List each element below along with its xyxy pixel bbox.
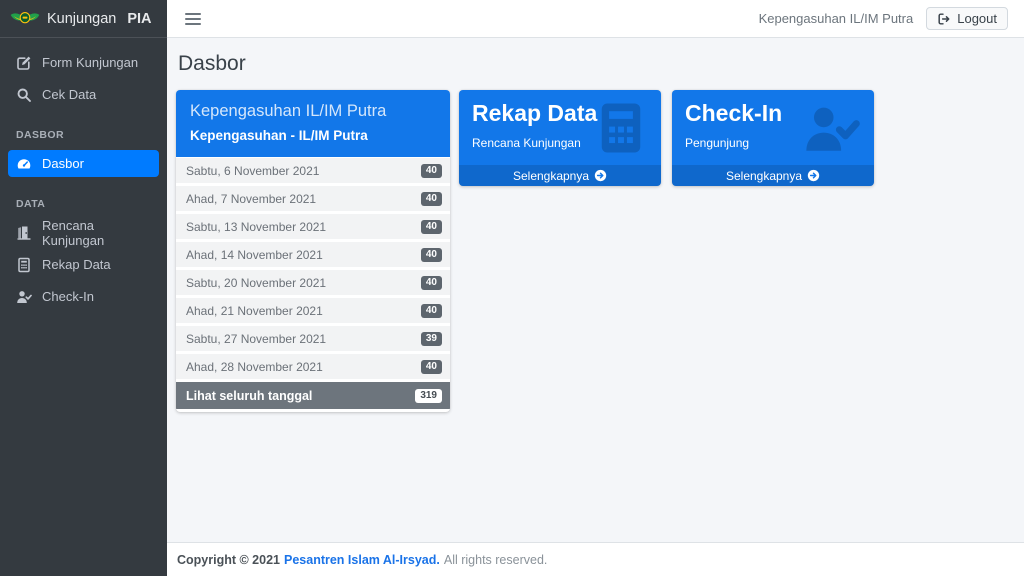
logout-button[interactable]: Logout	[926, 7, 1008, 30]
hamburger-icon	[185, 13, 201, 15]
brand-link[interactable]: Kunjungan PIA	[0, 0, 167, 38]
page-footer: Copyright © 2021 Pesantren Islam Al-Irsy…	[167, 542, 1024, 576]
schedule-row: Ahad, 21 November 2021 40	[176, 298, 450, 323]
schedule-date: Sabtu, 27 November 2021	[186, 332, 326, 346]
edit-icon	[16, 55, 32, 71]
sidebar-item-label: Form Kunjungan	[42, 55, 138, 70]
dashboard-widgets: Kepengasuhan IL/IM Putra Kepengasuhan - …	[176, 90, 1015, 412]
schedule-row: Sabtu, 6 November 2021 40	[176, 158, 450, 183]
count-badge: 40	[421, 192, 442, 206]
schedule-card: Kepengasuhan IL/IM Putra Kepengasuhan - …	[176, 90, 450, 412]
sidebar: Kunjungan PIA Form Kunjungan Cek Data DAS…	[0, 0, 167, 576]
logout-icon	[937, 12, 951, 26]
copyright-text: Copyright © 2021	[177, 553, 280, 567]
page-title: Dasbor	[178, 52, 1015, 76]
rights-text: All rights reserved.	[444, 553, 548, 567]
sidebar-item-label: Cek Data	[42, 87, 96, 102]
count-badge: 40	[421, 360, 442, 374]
logout-label: Logout	[957, 11, 997, 26]
brand-logo-icon	[10, 9, 40, 29]
rekap-data-box: Rekap Data Rencana Kunjungan Selengkapny…	[459, 90, 661, 186]
arrow-circle-right-icon	[594, 169, 607, 182]
account-label: Kepengasuhan IL/IM Putra	[759, 11, 914, 26]
sidebar-section-header-dasbor: DASBOR	[8, 113, 159, 150]
user-check-icon	[16, 289, 32, 305]
sidebar-toggle-button[interactable]	[181, 9, 205, 29]
top-navbar: Kepengasuhan IL/IM Putra Logout	[167, 0, 1024, 38]
rekap-data-more-link[interactable]: Selengkapnya	[459, 165, 661, 186]
more-link-label: Selengkapnya	[513, 169, 589, 183]
sidebar-menu: Form Kunjungan Cek Data DASBOR Dasbor DA…	[0, 38, 167, 315]
app-window: Kunjungan PIA Form Kunjungan Cek Data DAS…	[0, 0, 1024, 576]
sidebar-item-check-in[interactable]: Check-In	[8, 283, 159, 310]
schedule-row: Ahad, 14 November 2021 40	[176, 242, 450, 267]
content-area: Dasbor Kepengasuhan IL/IM Putra Kepengas…	[167, 38, 1024, 542]
schedule-row: Sabtu, 13 November 2021 40	[176, 214, 450, 239]
calculator-icon	[16, 257, 32, 273]
count-badge: 40	[421, 248, 442, 262]
count-badge: 40	[421, 164, 442, 178]
schedule-card-title: Kepengasuhan IL/IM Putra	[190, 102, 436, 121]
brand-title-bold: PIA	[127, 11, 151, 27]
count-badge: 40	[421, 304, 442, 318]
total-count-badge: 319	[415, 389, 442, 403]
schedule-date: Ahad, 21 November 2021	[186, 304, 323, 318]
schedule-row: Sabtu, 20 November 2021 40	[176, 270, 450, 295]
count-badge: 39	[421, 332, 442, 346]
view-all-dates-label: Lihat seluruh tanggal	[186, 389, 312, 403]
sidebar-item-label: Dasbor	[42, 156, 84, 171]
brand-title: Kunjungan	[47, 11, 116, 27]
count-badge: 40	[421, 276, 442, 290]
door-open-icon	[16, 225, 32, 241]
calculator-icon	[593, 100, 649, 156]
organization-link[interactable]: Pesantren Islam Al-Irsyad.	[284, 553, 440, 567]
schedule-date: Sabtu, 6 November 2021	[186, 164, 319, 178]
schedule-row: Ahad, 7 November 2021 40	[176, 186, 450, 211]
tachometer-icon	[16, 156, 32, 172]
sidebar-item-label: Rencana Kunjungan	[42, 218, 151, 248]
count-badge: 40	[421, 220, 442, 234]
schedule-row: Ahad, 28 November 2021 40	[176, 354, 450, 379]
schedule-card-subtitle: Kepengasuhan - IL/IM Putra	[190, 128, 436, 143]
sidebar-section-header-data: DATA	[8, 182, 159, 219]
user-check-icon	[800, 100, 862, 158]
schedule-date: Sabtu, 13 November 2021	[186, 220, 326, 234]
sidebar-item-rekap-data[interactable]: Rekap Data	[8, 251, 159, 278]
main-area: Kepengasuhan IL/IM Putra Logout Dasbor K…	[167, 0, 1024, 576]
arrow-circle-right-icon	[807, 169, 820, 182]
search-icon	[16, 87, 32, 103]
sidebar-item-form-kunjungan[interactable]: Form Kunjungan	[8, 49, 159, 76]
sidebar-item-rencana-kunjungan[interactable]: Rencana Kunjungan	[8, 219, 159, 246]
navbar-right: Kepengasuhan IL/IM Putra Logout	[759, 7, 1008, 30]
schedule-date: Sabtu, 20 November 2021	[186, 276, 326, 290]
sidebar-item-label: Check-In	[42, 289, 94, 304]
schedule-date: Ahad, 14 November 2021	[186, 248, 323, 262]
schedule-card-header: Kepengasuhan IL/IM Putra Kepengasuhan - …	[176, 90, 450, 157]
check-in-box: Check-In Pengunjung Selengkapnya	[672, 90, 874, 186]
view-all-dates-link[interactable]: Lihat seluruh tanggal 319	[176, 382, 450, 409]
schedule-date: Ahad, 7 November 2021	[186, 192, 316, 206]
sidebar-item-dasbor[interactable]: Dasbor	[8, 150, 159, 177]
schedule-date: Ahad, 28 November 2021	[186, 360, 323, 374]
sidebar-item-cek-data[interactable]: Cek Data	[8, 81, 159, 108]
schedule-list: Sabtu, 6 November 2021 40 Ahad, 7 Novembe…	[176, 158, 450, 379]
check-in-more-link[interactable]: Selengkapnya	[672, 165, 874, 186]
sidebar-item-label: Rekap Data	[42, 257, 111, 272]
more-link-label: Selengkapnya	[726, 169, 802, 183]
schedule-row: Sabtu, 27 November 2021 39	[176, 326, 450, 351]
